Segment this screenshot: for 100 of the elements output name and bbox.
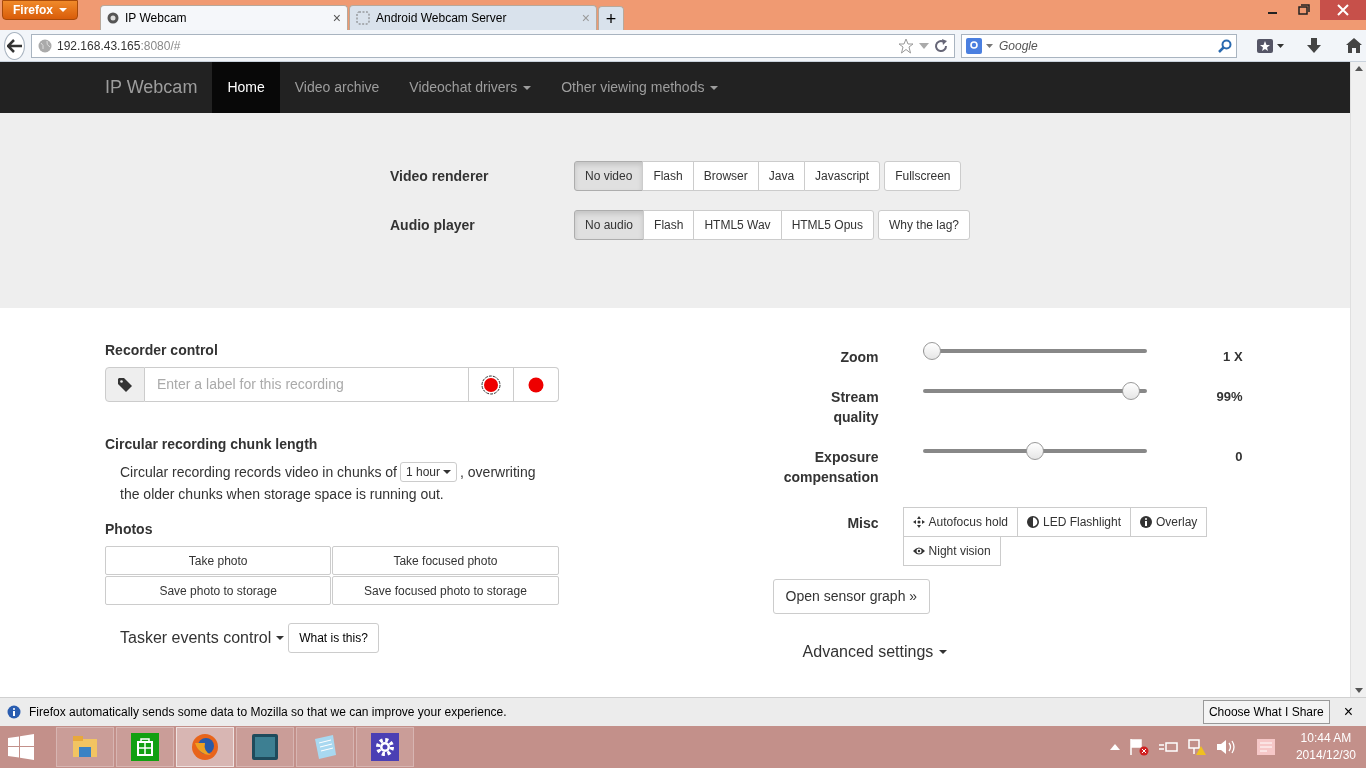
toggle-button[interactable]: HTML5 Wav <box>693 210 782 240</box>
contrast-icon <box>1026 516 1039 528</box>
misc-button[interactable]: Autofocus hold <box>902 507 1018 537</box>
search-icon[interactable] <box>1218 38 1232 53</box>
slider-label: Zoom <box>839 348 879 367</box>
slider-value: 0 <box>1234 448 1243 466</box>
nav-link[interactable]: Video archive <box>279 62 395 113</box>
option-button[interactable]: Fullscreen <box>884 161 962 191</box>
close-icon[interactable] <box>1320 0 1366 20</box>
slider-label: Stream quality <box>830 388 879 427</box>
setting-label: Audio player <box>390 215 476 235</box>
slider-value: 99% <box>1215 388 1243 406</box>
slider-value: 1 X <box>1222 348 1243 366</box>
nav-link[interactable]: Other viewing methods <box>546 62 734 113</box>
scroll-up-icon[interactable] <box>1354 66 1363 71</box>
setting-label: Video renderer <box>390 166 490 186</box>
gear-icon <box>371 733 399 761</box>
toggle-button[interactable]: Flash <box>642 161 694 191</box>
photo-button[interactable]: Take focused photo <box>332 546 559 575</box>
taskbar-button[interactable] <box>176 727 234 767</box>
record-icon <box>527 376 544 393</box>
photo-button[interactable]: Save focused photo to storage <box>332 576 559 605</box>
photo-button[interactable]: Save photo to storage <box>105 576 332 605</box>
info-icon <box>7 705 21 719</box>
option-button[interactable]: Why the lag? <box>878 210 971 240</box>
browser-tab[interactable]: Android Webcam Server × <box>349 5 597 30</box>
toggle-button[interactable]: Browser <box>692 161 759 191</box>
clock-time: 10:44 AM <box>1299 730 1353 747</box>
toggle-button[interactable]: Java <box>757 161 806 191</box>
notification-text: Firefox automatically sends some data to Mozilla so that we can improve your experience. <box>29 704 507 721</box>
toggle-button[interactable]: HTML5 Opus <box>780 210 874 240</box>
label-field[interactable]: Enter a label for this recording <box>145 367 469 402</box>
favicon-icon <box>356 11 370 25</box>
caret-icon <box>443 470 452 474</box>
tag-icon <box>118 377 132 392</box>
record-button[interactable] <box>468 367 514 402</box>
toggle-button[interactable]: Flash <box>643 210 695 240</box>
toggle-button[interactable]: Javascript <box>804 161 881 191</box>
bookmarks-icon[interactable] <box>1257 38 1273 53</box>
taskbar-button[interactable] <box>236 727 294 767</box>
crosshair-icon <box>912 516 925 528</box>
new-tab-button[interactable]: + <box>598 6 624 30</box>
favicon-icon <box>107 12 119 24</box>
dropdown-icon[interactable] <box>1277 43 1284 48</box>
star-icon[interactable] <box>898 37 914 54</box>
close-button[interactable]: × <box>1337 700 1359 724</box>
globe-icon <box>38 38 52 53</box>
scroll-down-icon[interactable] <box>1354 688 1363 693</box>
slider-thumb[interactable] <box>1025 442 1044 460</box>
reload-icon[interactable] <box>934 38 948 53</box>
share-settings-button[interactable]: Choose What I Share <box>1202 700 1330 724</box>
description-text: the older chunks when storage space is running out. <box>120 485 445 504</box>
section-heading: Circular recording chunk length <box>105 435 319 454</box>
download-icon[interactable] <box>1306 37 1322 54</box>
toggle-button[interactable]: No audio <box>574 210 645 240</box>
tasker-dropdown[interactable]: Tasker events control <box>120 626 285 650</box>
speaker-icon[interactable] <box>1215 739 1236 755</box>
windows-logo-icon[interactable] <box>8 734 34 760</box>
caret-icon <box>939 650 948 654</box>
info-icon <box>1140 516 1152 528</box>
search-bar[interactable]: Google <box>961 33 1237 58</box>
toggle-button[interactable]: No video <box>574 161 644 191</box>
misc-button[interactable]: Overlay <box>1130 507 1208 537</box>
photo-button[interactable]: Take photo <box>105 546 332 575</box>
nav-link[interactable]: Videochat drivers <box>394 62 547 113</box>
taskbar-button[interactable] <box>356 727 414 767</box>
taskbar-button[interactable] <box>116 727 174 767</box>
clock-date: 2014/12/30 <box>1295 747 1356 764</box>
advanced-settings-toggle[interactable]: Advanced settings <box>802 640 948 664</box>
misc-button[interactable]: LED Flashlight <box>1016 507 1131 537</box>
back-button[interactable] <box>4 31 25 60</box>
slider-thumb[interactable] <box>922 342 941 360</box>
description-text: , overwriting <box>460 463 536 482</box>
browser-logo-icon <box>191 733 219 761</box>
show-hidden-icon[interactable] <box>1109 744 1120 750</box>
help-button[interactable]: What is this? <box>288 623 379 653</box>
slider-thumb[interactable] <box>1122 382 1141 400</box>
sensor-graph-button[interactable]: Open sensor graph » <box>772 579 931 614</box>
flag-icon[interactable] <box>1128 738 1149 756</box>
description-text: Circular recording records video in chunks of <box>120 463 397 482</box>
tab-close-button[interactable]: × <box>332 7 341 29</box>
brand-link[interactable]: IP Webcam <box>105 62 213 113</box>
nav-link[interactable]: Home <box>212 62 280 113</box>
caret-icon <box>276 636 285 640</box>
home-icon[interactable] <box>1346 38 1362 53</box>
app-icon <box>251 733 279 761</box>
misc-button[interactable]: Night vision <box>902 536 1001 566</box>
back-arrow-icon <box>6 38 23 53</box>
section-heading: Recorder control <box>105 341 219 360</box>
setting-label: Misc <box>846 514 879 533</box>
slider-label: Exposure compensation <box>782 448 879 487</box>
browser-tab[interactable]: IP Webcam × <box>100 5 348 30</box>
chunk-dropdown[interactable]: 1 hour <box>400 462 458 482</box>
shopping-bag-icon <box>131 733 159 761</box>
address-field[interactable]: 192.168.43.165:8080/# <box>31 33 955 58</box>
eye-icon <box>912 545 925 557</box>
scrollbar[interactable] <box>1350 62 1366 697</box>
record-icon <box>480 374 501 395</box>
record-button[interactable] <box>513 367 559 402</box>
section-heading: Photos <box>105 520 154 539</box>
